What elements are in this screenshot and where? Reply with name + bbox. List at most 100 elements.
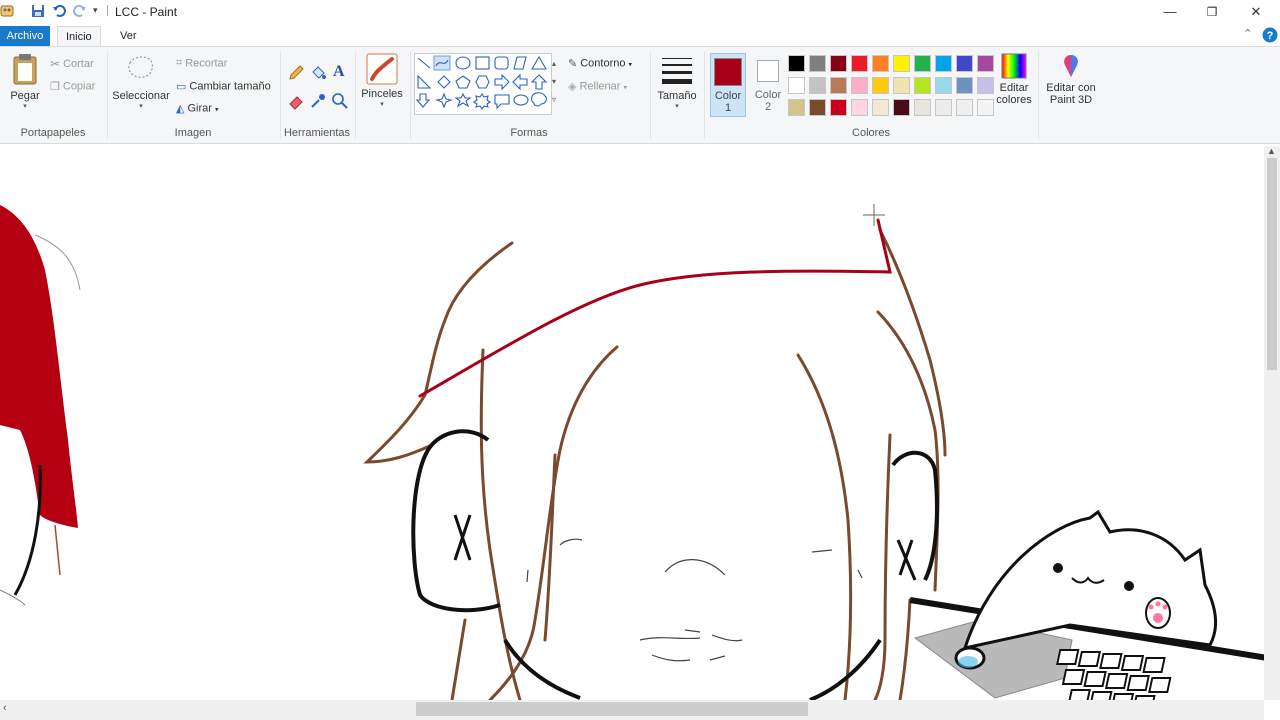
fill-button[interactable]: ◈ Rellenar ▾ (568, 80, 627, 93)
outline-label: Contorno (580, 57, 626, 70)
copy-icon: ❐ (50, 81, 60, 93)
cat-paw-glow (958, 656, 978, 668)
paint-app-icon (0, 5, 14, 17)
palette-swatch[interactable] (872, 99, 889, 116)
palette-swatch[interactable] (914, 77, 931, 94)
resize-icon: ▭ (176, 81, 187, 93)
collapse-ribbon-icon[interactable]: ⌃ (1243, 27, 1252, 40)
outline-dropdown-icon[interactable]: ▾ (629, 61, 633, 68)
shapes-scroll-icon[interactable]: ▴ ▾ ▿ (552, 55, 556, 109)
tab-file[interactable]: Archivo (0, 26, 50, 46)
tab-view[interactable]: Ver (112, 26, 145, 46)
pencil-icon[interactable] (287, 64, 305, 82)
paste-dropdown-icon[interactable]: ▾ (8, 102, 42, 110)
copy-button[interactable]: ❐ Copiar (50, 80, 95, 93)
palette-swatch[interactable] (830, 99, 847, 116)
brushes-button[interactable]: Pinceles ▾ (359, 53, 405, 117)
color1-button[interactable]: Color 1 (710, 53, 746, 117)
vertical-scroll-thumb[interactable] (1267, 158, 1277, 370)
customize-quick-access-icon[interactable]: ▾ (93, 5, 98, 16)
palette-swatch[interactable] (935, 99, 952, 116)
save-icon[interactable] (31, 4, 45, 18)
palette-swatch[interactable] (851, 99, 868, 116)
quick-access-toolbar: ▾ | (0, 4, 109, 18)
palette-swatch[interactable] (788, 99, 805, 116)
rotate-button[interactable]: ◭ Girar ▾ (176, 102, 219, 115)
paint3d-icon (1064, 55, 1078, 77)
outline-button[interactable]: ✎ Contorno ▾ (568, 57, 632, 70)
palette-swatch[interactable] (788, 77, 805, 94)
text-tool-icon[interactable]: A (333, 63, 345, 81)
horizontal-scroll-thumb[interactable] (416, 702, 808, 716)
brushes-dropdown-icon[interactable]: ▾ (359, 100, 405, 108)
color-picker-icon[interactable] (309, 92, 327, 110)
scroll-up-icon[interactable]: ▲ (1267, 146, 1276, 156)
paste-button[interactable]: Pegar ▾ (8, 53, 42, 113)
palette-swatch[interactable] (893, 55, 910, 72)
palette-swatch[interactable] (809, 55, 826, 72)
palette-swatch[interactable] (956, 55, 973, 72)
minimize-button[interactable]: — (1155, 2, 1185, 22)
palette-swatch[interactable] (830, 77, 847, 94)
select-button[interactable]: Seleccionar ▾ (112, 53, 170, 115)
palette-swatch[interactable] (809, 99, 826, 116)
freeform-select-icon (128, 56, 153, 78)
palette-swatch[interactable] (956, 99, 973, 116)
eraser-icon[interactable] (287, 92, 305, 110)
crop-button[interactable]: ⌗ Recortar (176, 57, 227, 70)
palette-swatch[interactable] (893, 99, 910, 116)
palette-swatch[interactable] (851, 55, 868, 72)
paint3d-button[interactable]: Editar con Paint 3D (1042, 53, 1100, 117)
palette-swatch[interactable] (851, 77, 868, 94)
palette-swatch[interactable] (914, 99, 931, 116)
fill-dropdown-icon[interactable]: ▾ (624, 84, 628, 91)
cat-eye-left (1053, 563, 1063, 573)
color1-label: Color (714, 90, 742, 102)
palette-swatch[interactable] (977, 55, 994, 72)
color2-swatch (757, 60, 779, 82)
undo-icon[interactable] (52, 4, 66, 18)
close-button[interactable]: ✕ (1241, 2, 1271, 22)
left-ear-x (453, 514, 472, 561)
select-dropdown-icon[interactable]: ▾ (112, 102, 170, 110)
shapes-gallery[interactable] (414, 53, 552, 115)
palette-swatch[interactable] (956, 77, 973, 94)
rotate-dropdown-icon[interactable]: ▾ (215, 106, 219, 113)
horizontal-scrollbar[interactable]: ‹ (0, 700, 1264, 720)
palette-swatch[interactable] (977, 99, 994, 116)
bongo-cat-overlay (909, 510, 1264, 700)
ribbon-divider (355, 51, 356, 139)
help-icon[interactable]: ? (1262, 27, 1278, 43)
tab-home[interactable]: Inicio (57, 26, 101, 46)
drawing-canvas[interactable] (0, 146, 1264, 700)
hair-strokes (363, 228, 947, 700)
fill-label: Rellenar (579, 80, 621, 93)
edit-colors-label-line2: colores (996, 94, 1032, 106)
cut-button[interactable]: ✂ Cortar (50, 57, 94, 71)
fill-bucket-icon[interactable] (309, 64, 327, 82)
palette-swatch[interactable] (893, 77, 910, 94)
palette-swatch[interactable] (935, 55, 952, 72)
palette-swatch[interactable] (872, 77, 889, 94)
palette-swatch[interactable] (872, 55, 889, 72)
magnifier-icon[interactable] (331, 92, 349, 110)
palette-swatch[interactable] (809, 77, 826, 94)
edit-colors-button[interactable]: Editar colores (996, 53, 1032, 117)
palette-swatch[interactable] (914, 55, 931, 72)
palette-swatch[interactable] (830, 55, 847, 72)
restore-button[interactable]: ❐ (1197, 2, 1227, 22)
resize-button[interactable]: ▭ Cambiar tamaño (176, 80, 271, 93)
ribbon-divider (650, 51, 651, 139)
size-button[interactable]: Tamaño ▾ (655, 55, 699, 119)
size-dropdown-icon[interactable]: ▾ (655, 102, 699, 110)
color2-button[interactable]: Color 2 (750, 53, 786, 117)
window-title: LCC - Paint (115, 5, 178, 19)
palette-swatch[interactable] (788, 55, 805, 72)
cat-paw-bean (1148, 604, 1154, 610)
scroll-left-icon[interactable]: ‹ (3, 702, 7, 714)
palette-swatch[interactable] (977, 77, 994, 94)
svg-text:?: ? (1267, 30, 1274, 42)
vertical-scrollbar[interactable]: ▲ (1264, 146, 1280, 700)
palette-swatch[interactable] (935, 77, 952, 94)
redo-icon[interactable] (73, 4, 87, 18)
